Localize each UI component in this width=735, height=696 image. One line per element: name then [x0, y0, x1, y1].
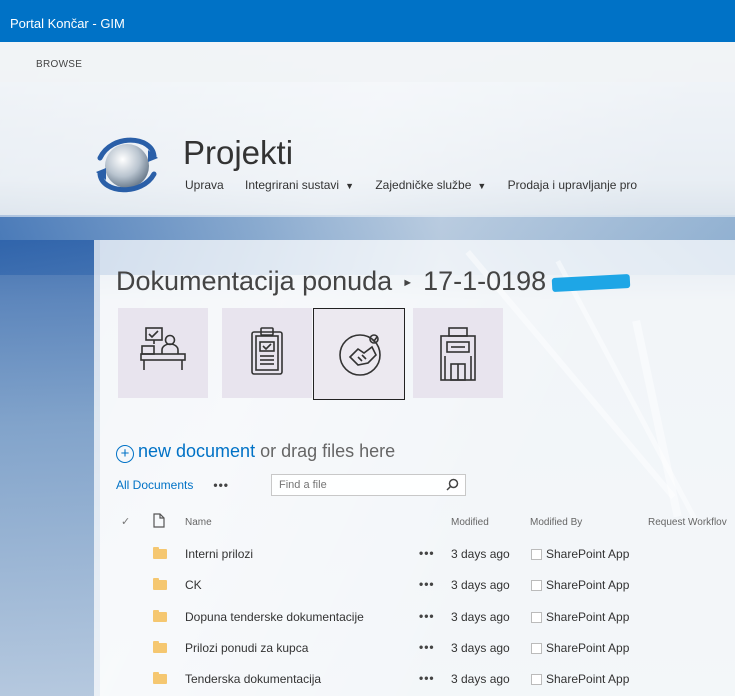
- row-name[interactable]: Prilozi ponudi za kupca: [185, 641, 308, 655]
- presence-icon: [531, 580, 542, 591]
- clipboard-checklist-icon: [251, 327, 283, 375]
- presence-icon: [531, 643, 542, 654]
- nav-item-label: Prodaja i upravljanje pro: [507, 178, 638, 192]
- tile-building[interactable]: [413, 308, 503, 398]
- portal-title[interactable]: Portal Končar - GIM: [10, 16, 125, 31]
- nav-item-prodaja[interactable]: Prodaja i upravljanje pro: [508, 178, 637, 192]
- row-name[interactable]: Dopuna tenderske dokumentacije: [185, 610, 364, 624]
- row-modified-by[interactable]: SharePoint App: [546, 578, 629, 592]
- folder-icon: [153, 610, 167, 622]
- folder-icon: [153, 547, 167, 559]
- ribbon: BROWSE: [0, 42, 735, 82]
- presence-icon: [531, 549, 542, 560]
- row-menu[interactable]: •••: [419, 671, 435, 685]
- new-document-bar: + new document or drag files here: [116, 441, 395, 463]
- row-modified: 3 days ago: [451, 641, 510, 655]
- handshake-agreement-icon: [339, 334, 381, 376]
- nav-item-zajednicke-sluzbe[interactable]: Zajedničke službe ▼: [375, 178, 486, 192]
- folder-icon: [153, 641, 167, 653]
- top-navigation: Uprava Integrirani sustavi ▼ Zajedničke s…: [185, 178, 655, 192]
- row-modified-by[interactable]: SharePoint App: [546, 547, 629, 561]
- row-name[interactable]: CK: [185, 578, 202, 592]
- row-modified-by[interactable]: SharePoint App: [546, 641, 629, 655]
- select-all-checkmark-icon[interactable]: ✓: [121, 515, 130, 528]
- chevron-down-icon[interactable]: ▼: [477, 181, 486, 191]
- view-bar: All Documents •••: [116, 478, 229, 492]
- column-header-request-workflow[interactable]: Request Workflov: [648, 517, 727, 528]
- new-document-link[interactable]: new document: [138, 441, 255, 461]
- presence-icon: [531, 674, 542, 685]
- table-row[interactable]: Prilozi ponudi za kupca ••• 3 days ago S…: [0, 633, 735, 664]
- redaction-mark: [551, 273, 631, 292]
- breadcrumb-separator-icon: ►: [402, 276, 414, 289]
- view-more-menu[interactable]: •••: [213, 478, 229, 492]
- table-row[interactable]: CK ••• 3 days ago SharePoint App: [0, 570, 735, 601]
- nav-item-label: Integrirani sustavi: [245, 178, 340, 192]
- table-row[interactable]: Tenderska dokumentacija ••• 3 days ago S…: [0, 664, 735, 695]
- browse-tab[interactable]: BROWSE: [36, 59, 82, 70]
- tile-clipboard[interactable]: [222, 308, 312, 398]
- site-title[interactable]: Projekti: [183, 134, 293, 172]
- row-modified: 3 days ago: [451, 547, 510, 561]
- column-header-name[interactable]: Name: [185, 517, 212, 528]
- folder-icon: [153, 578, 167, 590]
- row-menu[interactable]: •••: [419, 640, 435, 654]
- tile-office-desk[interactable]: [118, 308, 208, 398]
- office-desk-icon: [140, 327, 186, 370]
- row-name[interactable]: Interni prilozi: [185, 547, 253, 561]
- search-input[interactable]: [277, 478, 441, 492]
- drag-files-hint: or drag files here: [260, 441, 396, 461]
- row-modified-by[interactable]: SharePoint App: [546, 610, 629, 624]
- folder-icon: [153, 672, 167, 684]
- nav-item-label: Zajedničke službe: [375, 178, 472, 192]
- breadcrumb-current: 17-1-0198: [423, 266, 547, 296]
- row-menu[interactable]: •••: [419, 546, 435, 560]
- row-menu[interactable]: •••: [419, 609, 435, 623]
- row-modified-by[interactable]: SharePoint App: [546, 672, 629, 686]
- row-modified: 3 days ago: [451, 610, 510, 624]
- nav-item-integrirani-sustavi[interactable]: Integrirani sustavi ▼: [245, 178, 354, 192]
- add-icon[interactable]: +: [116, 445, 134, 463]
- document-type-icon: [153, 513, 165, 528]
- suite-bar: Portal Končar - GIM: [0, 0, 735, 42]
- column-header-modified-by[interactable]: Modified By: [530, 517, 582, 528]
- row-name[interactable]: Tenderska dokumentacija: [185, 672, 321, 686]
- search-icon[interactable]: [446, 478, 459, 491]
- column-header-modified[interactable]: Modified: [451, 517, 489, 528]
- tile-agreement[interactable]: [313, 308, 405, 400]
- building-icon: [440, 327, 476, 381]
- row-modified: 3 days ago: [451, 672, 510, 686]
- breadcrumb: Dokumentacija ponuda ► 17-1-0198: [116, 266, 631, 297]
- nav-item-uprava[interactable]: Uprava: [185, 178, 224, 192]
- table-row[interactable]: Dopuna tenderske dokumentacije ••• 3 day…: [0, 602, 735, 633]
- chevron-down-icon[interactable]: ▼: [345, 181, 354, 191]
- site-logo-icon[interactable]: [92, 128, 162, 198]
- presence-icon: [531, 612, 542, 623]
- search-box: [271, 474, 466, 496]
- row-menu[interactable]: •••: [419, 577, 435, 591]
- table-row[interactable]: Interni prilozi ••• 3 days ago SharePoin…: [0, 539, 735, 570]
- nav-item-label: Uprava: [185, 178, 224, 192]
- breadcrumb-parent[interactable]: Dokumentacija ponuda: [116, 266, 392, 296]
- view-all-documents[interactable]: All Documents: [116, 478, 193, 492]
- row-modified: 3 days ago: [451, 578, 510, 592]
